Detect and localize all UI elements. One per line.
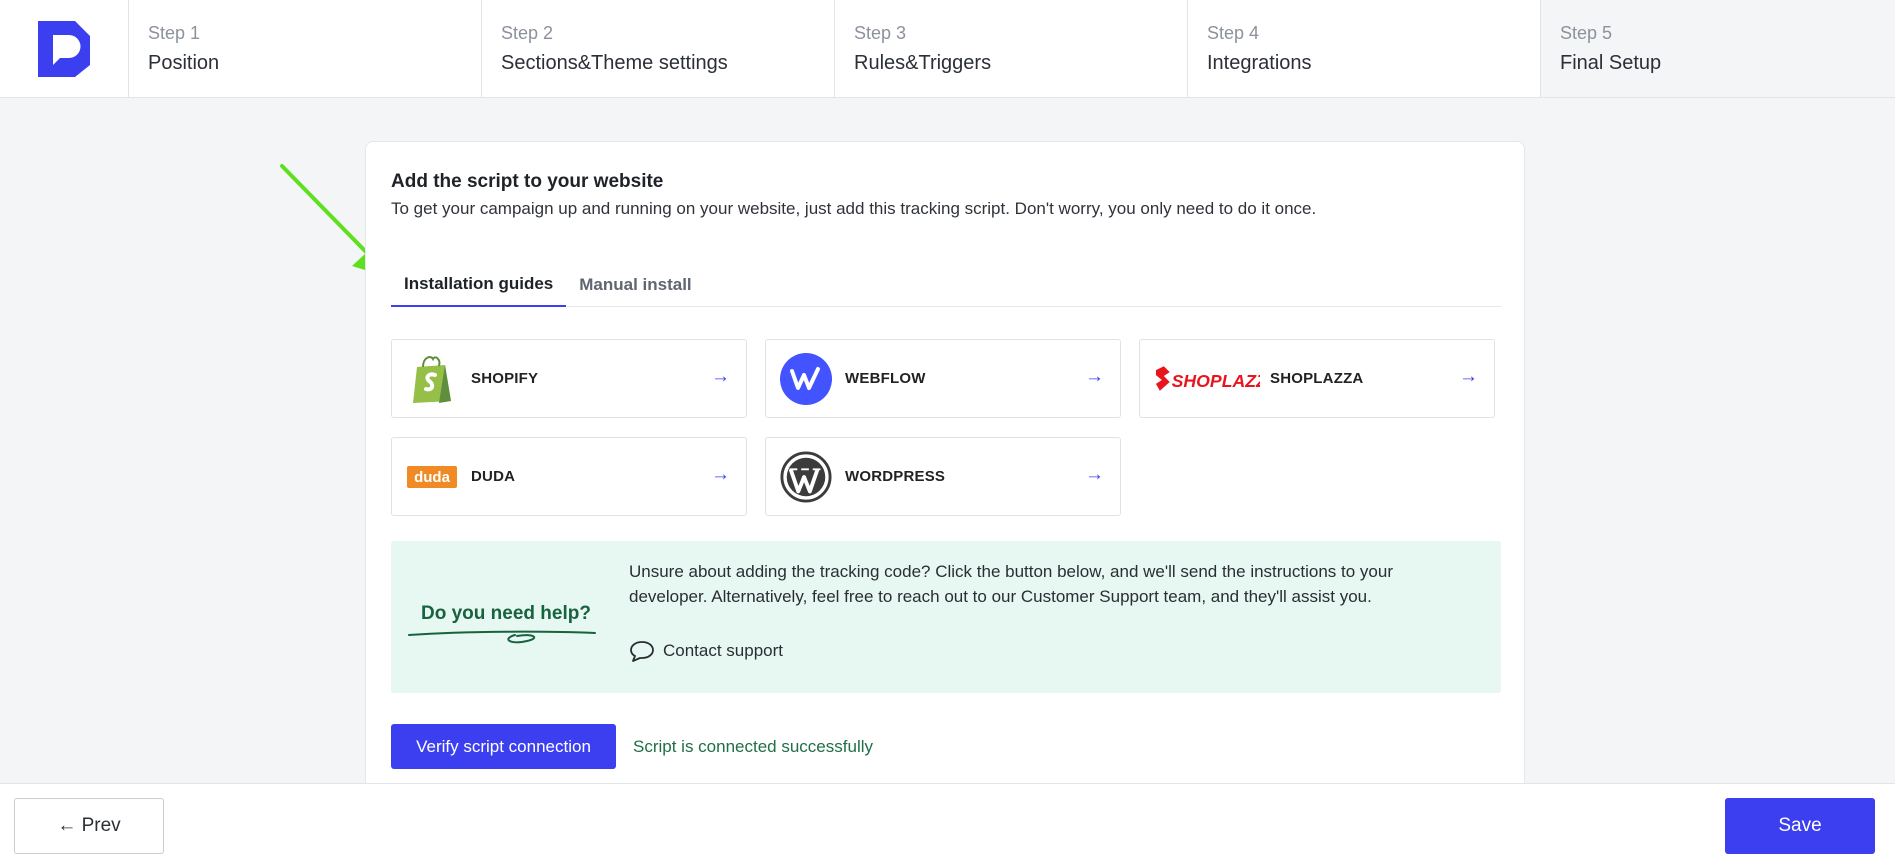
step-position[interactable]: Step 1 Position <box>129 0 482 97</box>
install-tabs: Installation guides Manual install <box>391 262 1501 307</box>
step-title: Integrations <box>1207 52 1312 74</box>
platform-name: SHOPLAZZA <box>1270 370 1364 387</box>
arrow-right-icon: → <box>1459 366 1478 387</box>
app-logo[interactable] <box>0 0 129 97</box>
arrow-right-icon: → <box>711 366 730 387</box>
step-rules-triggers[interactable]: Step 3 Rules&Triggers <box>835 0 1188 97</box>
stepper-bar: Step 1 Position Step 2 Sections&Theme se… <box>0 0 1895 98</box>
chat-bubble-icon <box>630 641 654 662</box>
platform-card-shopify[interactable]: SHOPIFY → <box>391 339 747 418</box>
platform-name: SHOPIFY <box>471 370 539 387</box>
platform-card-wordpress[interactable]: WORDPRESS → <box>765 437 1121 516</box>
card-title: Add the script to your website <box>391 171 664 192</box>
step-number: Step 1 <box>148 23 201 43</box>
shopify-icon <box>406 353 458 405</box>
platform-name: DUDA <box>471 468 516 485</box>
arrow-right-icon: → <box>1085 366 1104 387</box>
platform-card-webflow[interactable]: WEBFLOW → <box>765 339 1121 418</box>
step-sections-theme[interactable]: Step 2 Sections&Theme settings <box>482 0 835 97</box>
step-number: Step 5 <box>1560 23 1613 43</box>
save-button[interactable]: Save <box>1725 798 1875 854</box>
help-text: Unsure about adding the tracking code? C… <box>629 562 1393 606</box>
help-panel: Do you need help? Unsure about adding th… <box>391 541 1501 693</box>
step-number: Step 2 <box>501 23 554 43</box>
platform-name: WORDPRESS <box>845 468 946 485</box>
shoplazza-logo: SHOPLAZZA <box>1154 353 1260 405</box>
verify-script-button[interactable]: Verify script connection <box>391 724 616 769</box>
duda-logo-text: duda <box>414 469 450 486</box>
tab-installation-guides[interactable]: Installation guides <box>391 262 567 307</box>
arrow-right-icon: → <box>1085 464 1104 485</box>
step-title: Final Setup <box>1560 52 1662 74</box>
verify-status-text: Script is connected successfully <box>633 737 873 756</box>
step-title: Sections&Theme settings <box>501 52 728 74</box>
platform-name: WEBFLOW <box>845 370 926 387</box>
platform-card-shoplazza[interactable]: SHOPLAZZA SHOPLAZZA → <box>1139 339 1495 418</box>
help-title: Do you need help? <box>421 603 591 624</box>
step-final-setup[interactable]: Step 5 Final Setup <box>1541 0 1895 97</box>
step-number: Step 4 <box>1207 23 1260 43</box>
step-integrations[interactable]: Step 4 Integrations <box>1188 0 1541 97</box>
step-title: Rules&Triggers <box>854 52 992 74</box>
footer-bar: ← Prev Save <box>0 783 1895 868</box>
wordpress-icon <box>780 450 832 503</box>
install-script-card: Add the script to your website To get yo… <box>365 141 1525 801</box>
platform-card-duda[interactable]: duda DUDA → <box>391 437 747 516</box>
contact-support-link[interactable]: Contact support <box>629 639 783 663</box>
tab-manual-install[interactable]: Manual install <box>566 262 704 307</box>
duda-logo: duda <box>406 451 458 503</box>
brand-logo-icon <box>38 20 90 77</box>
webflow-icon <box>780 352 832 405</box>
step-title: Position <box>148 52 220 74</box>
handwritten-underline-icon <box>408 630 596 644</box>
contact-support-label: Contact support <box>663 641 784 660</box>
step-number: Step 3 <box>854 23 907 43</box>
shoplazza-logo-text: SHOPLAZZA <box>1172 370 1260 390</box>
arrow-right-icon: → <box>711 464 730 485</box>
card-subtitle: To get your campaign up and running on y… <box>391 199 1317 218</box>
prev-button[interactable]: ← Prev <box>14 798 164 854</box>
